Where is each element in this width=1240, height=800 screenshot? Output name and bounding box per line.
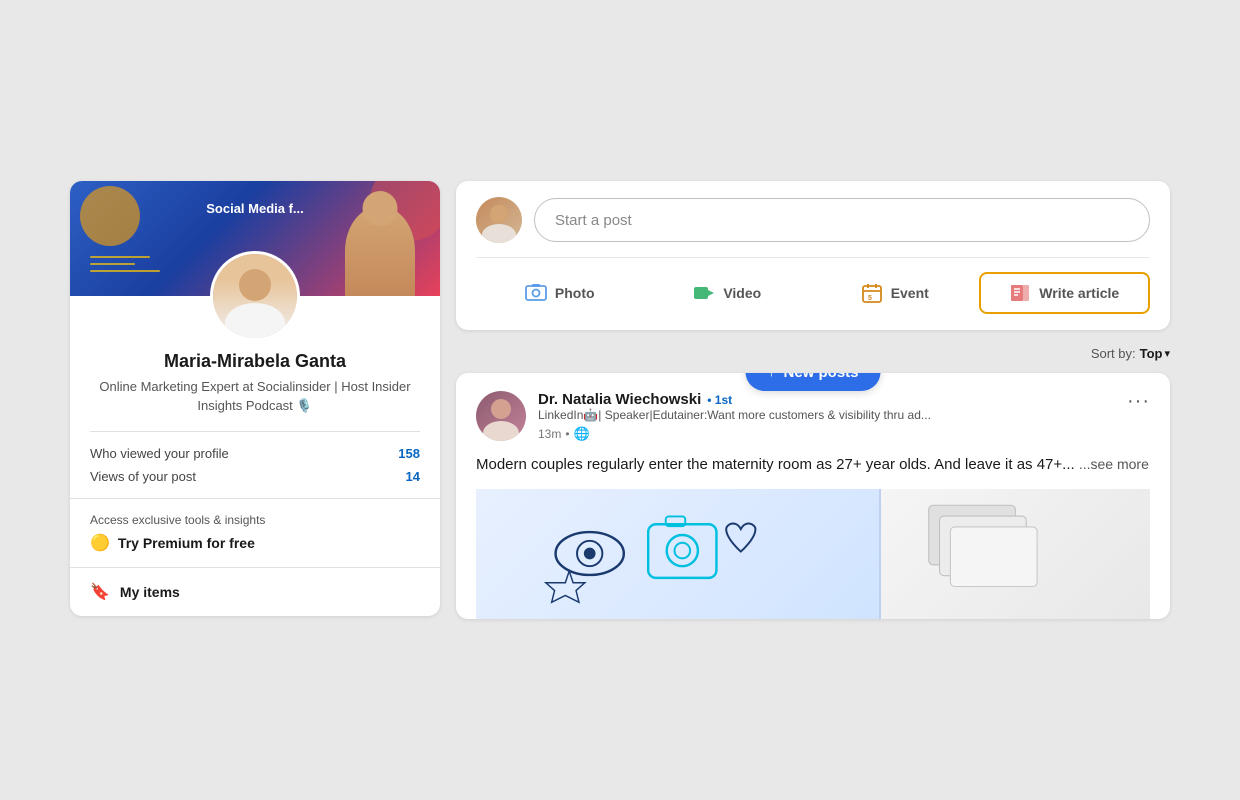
banner-decoration-1: [80, 186, 140, 246]
write-article-label: Write article: [1039, 285, 1119, 301]
post-image-right: [881, 489, 1150, 619]
post-card: ↑ New posts Dr. Natalia Wiechowski • 1st…: [456, 373, 1170, 618]
photo-icon: [525, 282, 547, 304]
video-action[interactable]: Video: [644, 274, 812, 312]
composer-actions: Photo Video: [476, 257, 1150, 314]
premium-label: Access exclusive tools & insights: [90, 513, 420, 527]
video-icon: [693, 282, 715, 304]
premium-section: Access exclusive tools & insights 🟡 Try …: [70, 498, 440, 567]
composer-input[interactable]: Start a post: [534, 198, 1150, 242]
avatar-person-img: [213, 254, 297, 338]
article-icon: [1009, 282, 1031, 304]
stat-value-post-views: 14: [406, 469, 420, 484]
post-image-area: [476, 489, 1150, 619]
right-panel: Start a post Photo: [456, 181, 1170, 618]
composer-avatar: [476, 197, 522, 243]
sort-chevron-icon[interactable]: ▾: [1164, 347, 1170, 360]
post-image-left: [476, 489, 881, 619]
new-posts-arrow-icon: ↑: [767, 373, 775, 381]
globe-icon: 🌐: [574, 426, 590, 442]
post-meta: 13m • 🌐: [538, 426, 931, 442]
bookmark-icon: 🔖: [90, 582, 110, 602]
video-label: Video: [723, 285, 761, 301]
sort-value[interactable]: Top: [1140, 346, 1163, 361]
post-doodle-svg: [496, 495, 859, 612]
profile-avatar-wrapper: [70, 251, 440, 351]
event-action[interactable]: 5 Event: [811, 274, 979, 312]
post-header: Dr. Natalia Wiechowski • 1st LinkedIn🤖| …: [476, 391, 1150, 442]
post-doodle-right-svg: [881, 489, 1150, 619]
my-items-label: My items: [120, 584, 180, 600]
left-panel: Social Media f... Maria-Mirabe: [70, 181, 440, 615]
post-author-info: Dr. Natalia Wiechowski • 1st LinkedIn🤖| …: [476, 391, 931, 442]
post-text: Modern couples regularly enter the mater…: [476, 454, 1150, 477]
post-author-details: Dr. Natalia Wiechowski • 1st LinkedIn🤖| …: [538, 391, 931, 442]
page-wrapper: Social Media f... Maria-Mirabe: [0, 0, 1240, 800]
profile-info: Maria-Mirabela Ganta Online Marketing Ex…: [70, 351, 440, 430]
see-more-link[interactable]: ...see more: [1079, 456, 1149, 472]
post-image-content: [476, 489, 1150, 619]
post-avatar[interactable]: [476, 391, 526, 441]
stat-value-views: 158: [398, 446, 420, 461]
post-text-content: Modern couples regularly enter the mater…: [476, 456, 1075, 473]
post-separator: •: [565, 427, 569, 441]
profile-avatar[interactable]: [210, 251, 300, 341]
profile-stats: Who viewed your profile 158 Views of you…: [70, 432, 440, 498]
content-area: Social Media f... Maria-Mirabe: [70, 181, 1170, 618]
event-icon: 5: [861, 282, 883, 304]
premium-cta[interactable]: 🟡 Try Premium for free: [90, 533, 420, 553]
premium-link[interactable]: Try Premium for free: [118, 535, 255, 551]
profile-name[interactable]: Maria-Mirabela Ganta: [90, 351, 420, 372]
post-time: 13m: [538, 427, 561, 441]
composer-top: Start a post: [476, 197, 1150, 243]
author-name[interactable]: Dr. Natalia Wiechowski: [538, 391, 701, 408]
premium-gem-icon: 🟡: [90, 533, 110, 553]
new-posts-button[interactable]: ↑ New posts: [745, 373, 880, 391]
my-items-section[interactable]: 🔖 My items: [70, 567, 440, 616]
author-name-row: Dr. Natalia Wiechowski • 1st: [538, 391, 931, 408]
photo-label: Photo: [555, 285, 595, 301]
stat-label-post-views: Views of your post: [90, 469, 196, 484]
profile-title: Online Marketing Expert at Socialinsider…: [90, 378, 420, 414]
sort-bar: Sort by: Top ▾: [456, 342, 1170, 361]
svg-text:5: 5: [868, 295, 872, 302]
photo-action[interactable]: Photo: [476, 274, 644, 312]
connection-badge: • 1st: [707, 393, 732, 407]
author-description: LinkedIn🤖| Speaker|Edutainer:Want more c…: [538, 408, 931, 424]
event-label: Event: [891, 285, 929, 301]
banner-text: Social Media f...: [206, 201, 304, 216]
new-posts-label: New posts: [783, 373, 858, 381]
composer-placeholder: Start a post: [555, 212, 632, 229]
stat-row-post-views[interactable]: Views of your post 14: [90, 469, 420, 484]
more-options-button[interactable]: ···: [1127, 391, 1150, 411]
stat-row-views[interactable]: Who viewed your profile 158: [90, 446, 420, 461]
write-article-button[interactable]: Write article: [979, 272, 1151, 314]
post-composer: Start a post Photo: [456, 181, 1170, 330]
stat-label-views: Who viewed your profile: [90, 446, 229, 461]
sort-label: Sort by:: [1091, 346, 1136, 361]
